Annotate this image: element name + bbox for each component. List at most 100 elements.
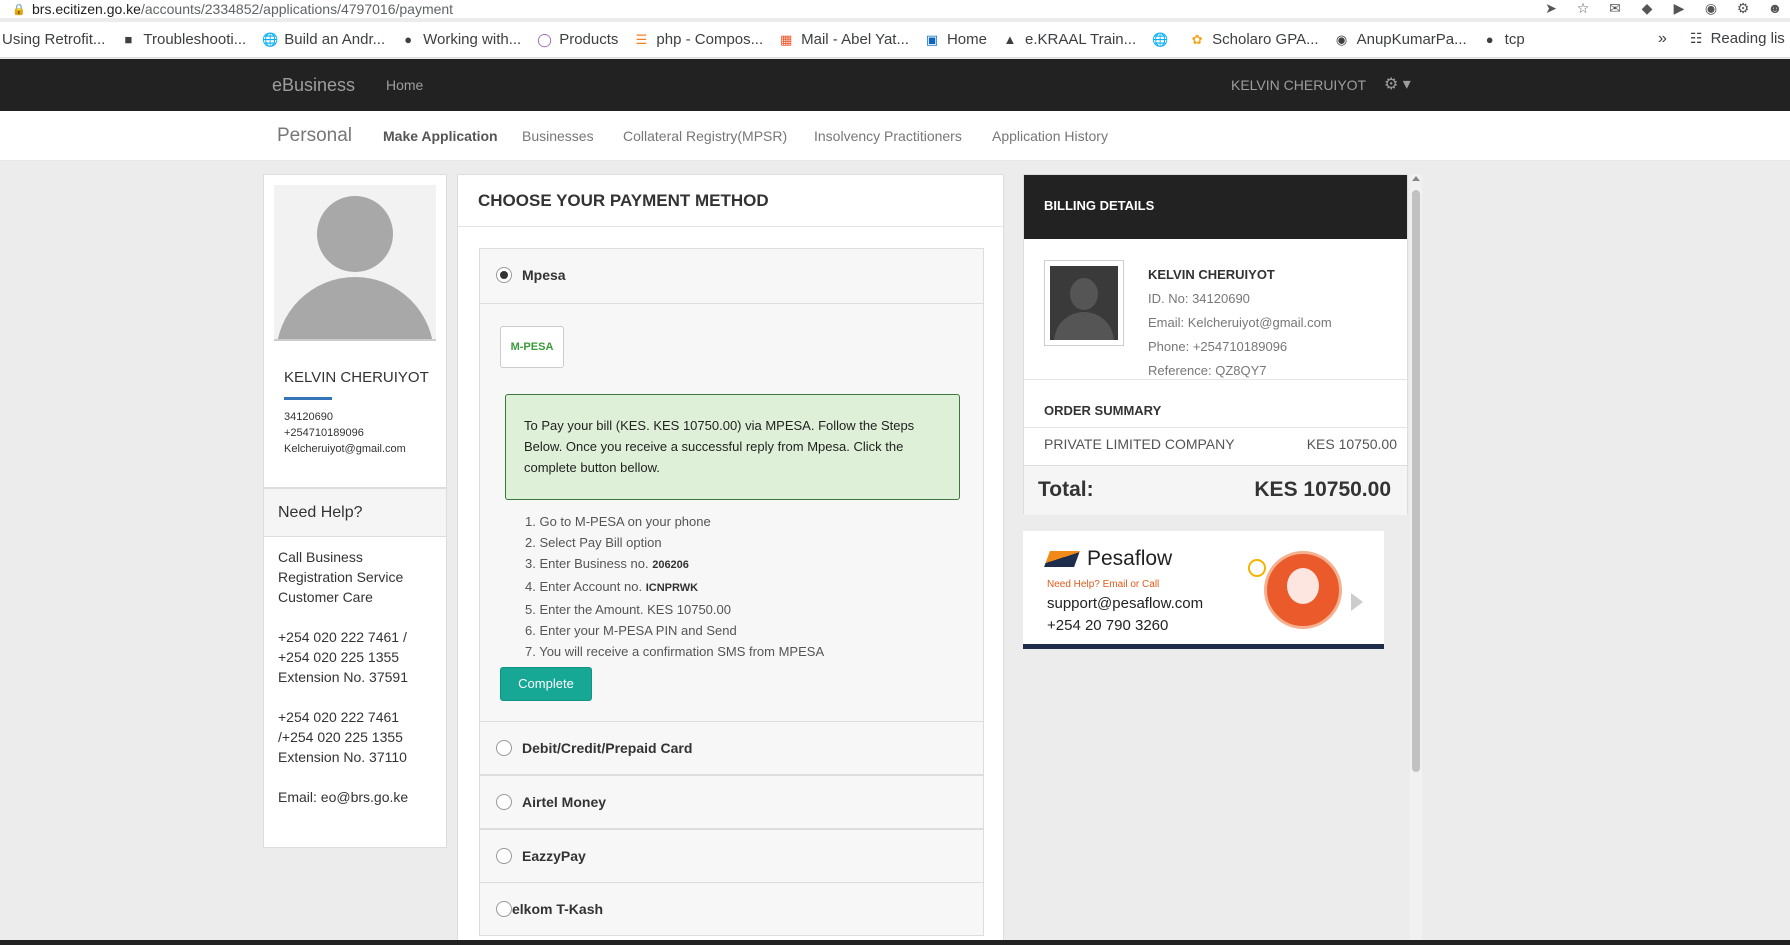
medium-icon: ● [404,31,413,47]
brand-link[interactable]: eBusiness [272,75,355,96]
microsoft-icon: ▦ [779,31,793,47]
step-4: 4. Enter Account no. ICNPRWK [525,579,699,594]
divider [1024,379,1407,380]
tkash-radio-row[interactable]: elkom T-Kash [480,883,983,935]
github-icon: ◉ [1335,31,1348,47]
step-2: 2. Select Pay Bill option [525,535,662,550]
puzzle-icon[interactable]: ⚙ [1734,0,1752,17]
card-radio-row[interactable]: Debit/Credit/Prepaid Card [480,722,983,774]
bookmark-item[interactable]: ▲ e.KRAAL Train... [1003,31,1137,48]
stackoverflow-icon: ☰ [635,31,648,47]
bookmark-item[interactable]: ◉ AnupKumarPa... [1335,31,1467,48]
page-scrollbar[interactable] [1410,174,1422,945]
scroll-up-icon[interactable] [1412,176,1420,181]
name-underline [284,397,332,400]
order-line-item: PRIVATE LIMITED COMPANY KES 10750.00 [1044,436,1397,452]
bookmark-item[interactable]: ☰ php - Compos... [634,31,764,48]
nav-application-history[interactable]: Application History [992,128,1108,144]
billing-title: BILLING DETAILS [1024,175,1407,239]
pesaflow-help-banner[interactable]: Pesaflow Need Help? Email or Call suppor… [1023,531,1384,649]
bookmarks-more-button[interactable]: » [1658,30,1667,48]
star-icon[interactable]: ☆ [1574,0,1592,17]
billing-photo [1044,260,1124,346]
eazzypay-radio[interactable] [496,848,512,864]
mpesa-radio[interactable] [496,267,512,283]
reading-list-button[interactable]: ☷ Reading lis [1690,30,1785,47]
mpesa-logo: M-PESA [500,326,564,368]
bookmark-item[interactable]: 🌐 Build an Andr... [262,31,385,48]
mpesa-notice: To Pay your bill (KES. KES 10750.00) via… [505,394,960,500]
account-number: ICNPRWK [645,582,699,594]
profile-avatar-icon[interactable]: ☻ [1766,0,1784,17]
business-number: 206206 [652,559,689,571]
bookmarks-bar: Using Retrofit... ■ Troubleshooti... 🌐 Bui… [0,22,1790,58]
pesaflow-logo-icon [1044,551,1080,567]
bookmark-item[interactable]: ● Working with... [401,31,521,48]
site-icon: ■ [124,31,133,47]
bookmark-item[interactable]: ▣ Home [925,31,987,48]
bookmark-item[interactable]: ◯ Products [537,31,618,48]
bookmark-item[interactable]: Using Retrofit... [2,31,105,48]
payment-option-mpesa: Mpesa M-PESA To Pay your bill (KES. KES … [479,248,984,722]
bookmark-item[interactable]: ✿ Scholaro GPA... [1190,31,1319,48]
airtel-radio-row[interactable]: Airtel Money [480,776,983,828]
total-amount: KES 10750.00 [1254,478,1391,501]
pesaflow-phone: +254 20 790 3260 [1047,617,1169,634]
help-card: Need Help? Call Business Registration Se… [263,488,447,848]
bookmark-item[interactable]: ▦ Mail - Abel Yat... [779,31,909,48]
color-extension-icon[interactable]: ◉ [1702,0,1720,17]
secondary-nav: Personal Make Application Businesses Col… [0,111,1790,161]
nav-make-application[interactable]: Make Application [383,128,498,144]
billing-name: KELVIN CHERUIYOT [1148,267,1275,282]
decor-ring-icon [1248,559,1266,577]
nav-insolvency-practitioners[interactable]: Insolvency Practitioners [814,128,962,144]
card-radio[interactable] [496,740,512,756]
extension-icon[interactable]: ◆ [1638,0,1656,17]
billing-id: ID. No: 34120690 [1148,291,1250,306]
help-contact-block-2: +254 020 222 7461 /+254 020 225 1355 Ext… [278,709,407,765]
help-email: Email: eo@brs.go.ke [278,789,409,805]
payment-panel: CHOOSE YOUR PAYMENT METHOD Mpesa M-PESA … [457,174,1004,945]
url-host: brs.ecitizen.go.ke [32,1,141,17]
globe-icon: 🌐 [1152,31,1169,47]
complete-button[interactable]: Complete [500,667,592,701]
avatar-head [317,196,393,272]
mail-extension-icon[interactable]: ✉ [1606,0,1624,17]
step-3: 3. Enter Business no. 206206 [525,556,689,571]
send-icon[interactable]: ➤ [1542,0,1560,17]
divider [1024,427,1407,428]
user-name-link[interactable]: KELVIN CHERUIYOT [1231,77,1366,93]
billing-details-card: BILLING DETAILS KELVIN CHERUIYOT ID. No:… [1023,174,1408,515]
browser-url-bar[interactable]: 🔒 brs.ecitizen.go.ke/accounts/2334852/ap… [0,0,1790,18]
billing-phone: Phone: +254710189096 [1148,339,1288,354]
profile-phone: +254710189096 [284,427,364,439]
bookmark-item[interactable]: ● tcp [1483,31,1525,48]
scrollbar-thumb[interactable] [1412,190,1420,772]
bookmark-item[interactable]: ■ Troubleshooti... [121,31,246,48]
section-title[interactable]: Personal [277,125,352,147]
lock-icon: 🔒 [12,3,26,16]
eazzypay-radio-row[interactable]: EazzyPay [480,830,983,882]
nav-collateral-registry[interactable]: Collateral Registry(MPSR) [623,128,787,144]
order-item-name: PRIVATE LIMITED COMPANY [1044,436,1235,452]
profile-email: Kelcheruiyot@gmail.com [284,443,406,455]
globe-icon: 🌐 [262,31,279,47]
mpesa-instructions: M-PESA To Pay your bill (KES. KES 10750.… [480,303,983,722]
payment-option-eazzypay: EazzyPay [479,829,984,883]
nav-businesses[interactable]: Businesses [522,128,594,144]
mpesa-steps: 1. Go to M-PESA on your phone 2. Select … [525,511,824,662]
settings-gear-icon[interactable]: ⚙ ▾ [1384,74,1411,94]
tkash-radio[interactable] [496,901,512,917]
bookmark-item[interactable]: 🌐 [1152,31,1174,47]
payment-title: CHOOSE YOUR PAYMENT METHOD [458,175,1003,227]
pesaflow-brand: Pesaflow [1087,547,1173,570]
billing-email: Email: Kelcheruiyot@gmail.com [1148,315,1332,330]
payment-option-card: Debit/Credit/Prepaid Card [479,721,984,775]
airtel-radio[interactable] [496,794,512,810]
mpesa-label: Mpesa [522,267,566,283]
payment-option-airtel: Airtel Money [479,775,984,829]
mpesa-radio-row[interactable]: Mpesa [480,249,983,301]
step-1: 1. Go to M-PESA on your phone [525,514,711,529]
video-extension-icon[interactable]: ▶ [1670,0,1688,17]
nav-home-link[interactable]: Home [386,77,423,93]
